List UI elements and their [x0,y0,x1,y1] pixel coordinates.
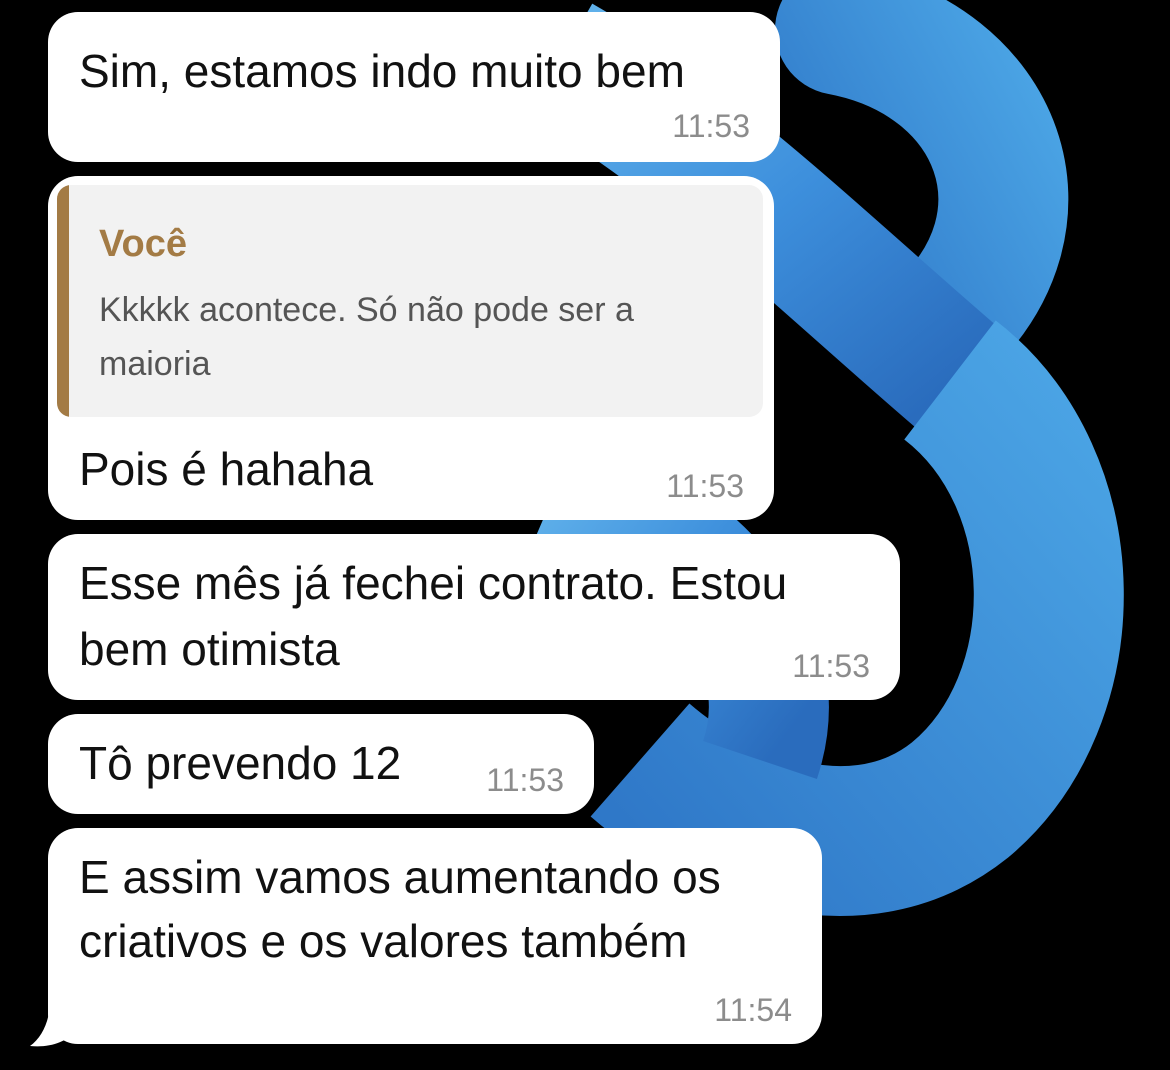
message-time: 11:53 [792,648,870,684]
message-bubble[interactable]: Sim, estamos indo muito bem 11:53 [48,12,780,162]
quote-text: Kkkkk acontece. Só não pode ser a maiori… [99,291,634,383]
chat-view: Sim, estamos indo muito bem 11:53 Você K… [0,0,1170,1070]
message-text-line-1: Esse mês já fechei contrato. Estou [79,557,788,609]
message-text-line-2: bem otimista [79,623,340,675]
quote-accent-bar [57,185,69,417]
quote-author: Você [99,223,188,265]
message-text: Sim, estamos indo muito bem [79,45,685,97]
quoted-message[interactable]: Você Kkkkk acontece. Só não pode ser a m… [57,185,763,417]
message-text: Pois é hahaha [79,443,374,495]
message-bubble[interactable]: Tô prevendo 12 11:53 [48,714,594,814]
message-bubble[interactable]: E assim vamos aumentando os criativos e … [48,828,822,1044]
message-time: 11:54 [714,992,792,1028]
message-text-line-2: criativos e os valores também [79,915,688,967]
message-time: 11:53 [486,762,564,798]
message-bubble[interactable]: Esse mês já fechei contrato. Estou bem o… [48,534,900,700]
message-time: 11:53 [666,468,744,504]
message-text: Tô prevendo 12 [79,737,402,789]
reply-message-bubble[interactable]: Você Kkkkk acontece. Só não pode ser a m… [48,176,774,520]
message-time: 11:53 [672,108,750,144]
message-text-line-1: E assim vamos aumentando os [79,851,721,903]
